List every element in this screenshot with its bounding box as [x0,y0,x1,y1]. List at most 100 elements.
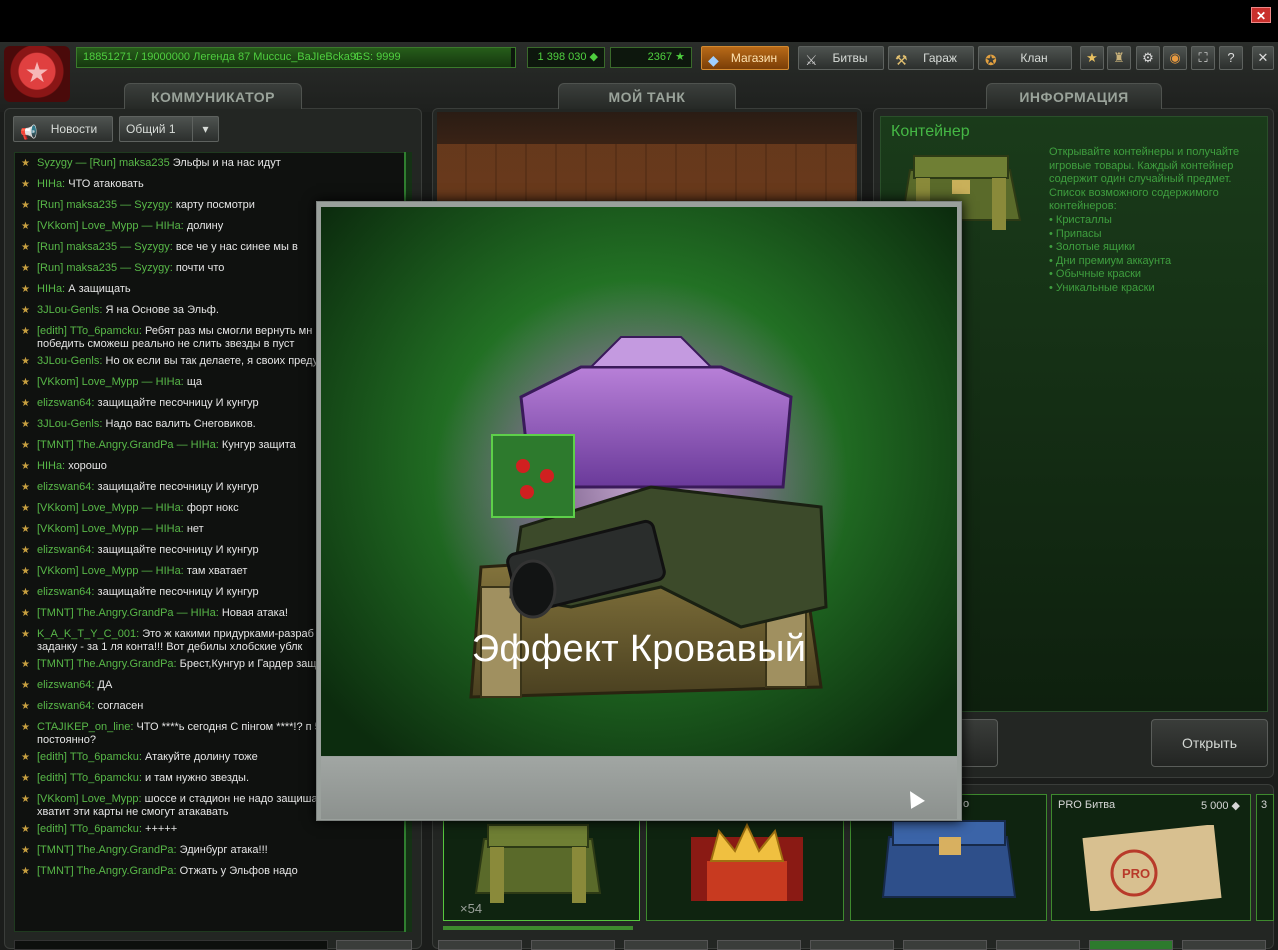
chat-sender[interactable]: [VKkom] Love_Mypp [37,376,139,388]
chat-sender[interactable]: HIHa: [37,283,65,295]
chat-sender[interactable]: elizswan64: [37,544,94,556]
chat-message: ★ Syzygy — [Run] maksa235 Эльфы и на нас … [15,153,411,174]
info-item: • Золотые ящики [1049,241,1136,254]
news-button[interactable]: 📢 Новости [13,116,113,142]
chat-arrow: — [138,502,156,514]
fullscreen-icon[interactable]: ⛶ [1191,46,1215,70]
chat-sender[interactable]: 3JLou-Genls: [37,355,102,367]
battles-button[interactable]: ⚔ Битвы [798,46,884,70]
chat-sender[interactable]: elizswan64: [37,586,94,598]
chat-sender[interactable]: elizswan64: [37,700,94,712]
help-button[interactable]: ? [1219,46,1243,70]
chat-text: все че у нас синее мы в [175,241,298,253]
open-button[interactable]: Открыть [1151,719,1268,767]
rank-progress-bar: 18851271 / 19000000 Легенда 87 Muccuc_Ba… [76,47,516,68]
rank-icon: ★ [21,824,30,835]
chat-sender[interactable]: elizswan64: [37,397,94,409]
chat-arrow: — [72,157,90,169]
info-description: Открывайте контейнеры и получайте игровы… [1049,146,1264,296]
garage-scrollbar[interactable] [443,926,633,930]
chat-arrow: — [173,439,191,451]
garage-slot-next[interactable]: 3 [1256,794,1274,921]
stars-counter: 2367 ★ [610,47,692,68]
channel-select[interactable]: Общий 1 ▾ [119,116,219,142]
chat-receiver[interactable]: HIHa: [191,439,219,451]
chat-text: защищайте песочницу И кунгур [97,544,259,556]
chat-sender[interactable]: elizswan64: [37,481,94,493]
chat-sender[interactable]: [TMNT] The.Angry.GrandPa: [37,658,177,670]
star-icon[interactable]: ★ [1080,46,1104,70]
rank-icon: ★ [21,419,30,430]
sound-icon[interactable]: ◉ [1163,46,1187,70]
chat-sender[interactable]: elizswan64: [37,679,94,691]
chat-sender[interactable]: 3JLou-Genls: [37,418,102,430]
chat-receiver[interactable]: HIHa: [156,376,184,388]
medal-icon: ✪ [985,52,997,68]
chat-arrow: — [138,565,156,577]
rank-icon: ★ [21,356,30,367]
chat-sender[interactable]: [VKkom] Love_Mypp [37,220,139,232]
close-icon[interactable]: ✕ [1251,7,1271,23]
chat-receiver[interactable]: HIHa: [191,607,219,619]
chat-sender[interactable]: [Run] maksa235 [37,262,117,274]
wrench-icon: ⚒ [895,52,908,68]
chat-sender[interactable]: [Run] maksa235 [37,199,117,211]
chat-sender[interactable]: [TMNT] The.Angry.GrandPa: [37,844,177,856]
chat-text: Новая атака! [221,607,288,619]
chat-sender[interactable]: [edith] TTo_6pamcku: [37,751,142,763]
chat-receiver[interactable]: HIHa: [156,565,184,577]
chat-sender[interactable]: [TMNT] The.Angry.GrandPa [37,439,174,451]
tab-communicator[interactable]: КОММУНИКАТОР [124,83,302,109]
settings-gear-icon[interactable]: ⚙ [1136,46,1160,70]
chat-sender[interactable]: [edith] TTo_6pamcku: [37,772,142,784]
tab-my-tank[interactable]: МОЙ ТАНК [558,83,736,109]
chat-sender[interactable]: [VKkom] Love_Mypp: [37,793,142,805]
diamond-icon: ◆ [708,52,719,68]
chat-receiver[interactable]: Syzygy: [134,199,173,211]
chat-message: ★ [TMNT] The.Angry.GrandPa: Отжать у Эльф… [15,861,411,882]
chat-sender[interactable]: [VKkom] Love_Mypp [37,523,139,535]
rank-icon: ★ [21,659,30,670]
rank-icon: ★ [21,794,30,805]
info-title: Контейнер [891,123,970,140]
chat-sender[interactable]: HIHa: [37,460,65,472]
chat-sender[interactable]: [TMNT] The.Angry.GrandPa: [37,865,177,877]
tab-information[interactable]: ИНФОРМАЦИЯ [986,83,1162,109]
chat-receiver[interactable]: HIHa: [156,523,184,535]
chat-sender[interactable]: Syzygy [37,157,72,169]
chat-sender[interactable]: [TMNT] The.Angry.GrandPa [37,607,174,619]
chat-text: долину [186,220,224,232]
chat-sender[interactable]: 3JLou-Genls: [37,304,102,316]
chat-text: ЧТО атаковать [68,178,144,190]
prize-artwork [321,207,957,756]
chat-sender[interactable]: [VKkom] Love_Mypp [37,502,139,514]
chat-sender[interactable]: HIHa: [37,178,65,190]
achievements-icon[interactable]: ♜ [1107,46,1131,70]
container-count: ×54 [460,901,483,916]
chat-arrow: — [117,199,135,211]
shop-button[interactable]: ◆ Магазин [701,46,789,70]
chat-sender[interactable]: K_A_K_T_Y_C_001: [37,628,139,640]
chat-receiver[interactable]: HIHa: [156,220,184,232]
rank-icon: ★ [21,845,30,856]
clan-button[interactable]: ✪ Клан [978,46,1072,70]
chat-sender[interactable]: CTAJIKEP_on_line: [37,721,133,733]
chat-sender[interactable]: [Run] maksa235 [37,241,117,253]
info-item-list: • Кристаллы • Припасы • Золотые ящики • … [1049,214,1264,296]
rank-icon: ★ [21,680,30,691]
pro-battle-label: PRO Битва [1058,799,1116,811]
chat-sender[interactable]: [VKkom] Love_Mypp [37,565,139,577]
chat-receiver[interactable]: [Run] maksa235 [90,157,170,169]
chat-sender[interactable]: [edith] TTo_6pamcku: [37,325,142,337]
rank-icon: ★ [21,461,30,472]
rank-icon: ★ [21,587,30,598]
garage-slot-pro-battle[interactable]: PRO Битва 5 000 ◆ PRO [1051,794,1251,921]
chat-sender[interactable]: [edith] TTo_6pamcku: [37,823,142,835]
exit-icon[interactable]: ✕ [1252,46,1274,70]
garage-button[interactable]: ⚒ Гараж [888,46,974,70]
chat-receiver[interactable]: Syzygy: [134,241,173,253]
chat-receiver[interactable]: HIHa: [156,502,184,514]
chat-text: ща [186,376,202,388]
chat-receiver[interactable]: Syzygy: [134,262,173,274]
chat-text: Брест,Кунгур и Гардер защ [179,658,317,670]
